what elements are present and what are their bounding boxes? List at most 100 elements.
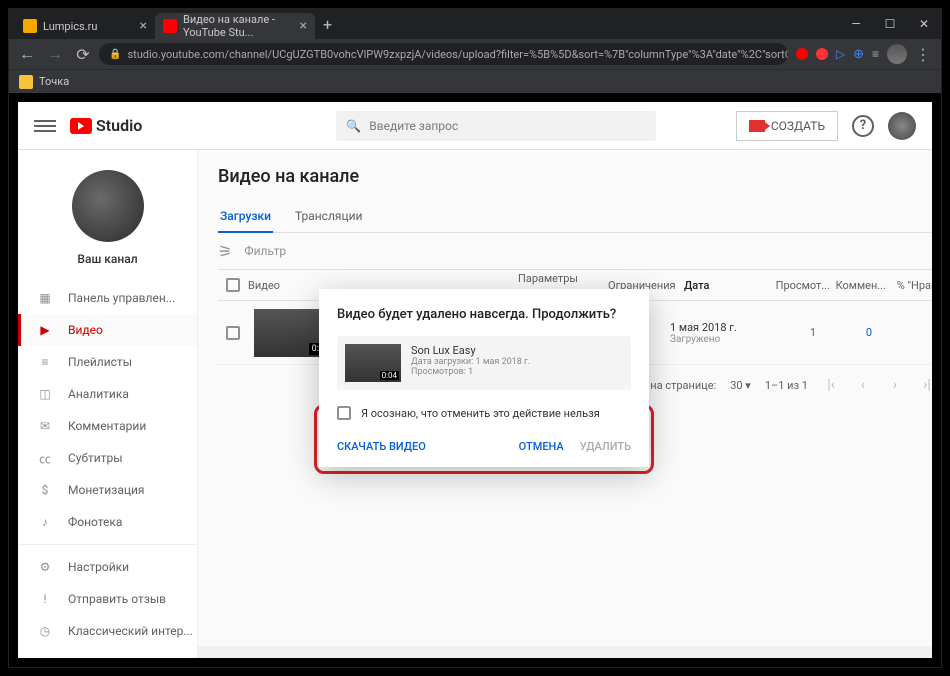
monetization-icon: $ <box>36 481 54 499</box>
new-tab-button[interactable]: + <box>315 15 340 34</box>
extension-icon[interactable] <box>816 48 828 60</box>
reload-icon[interactable]: ⟳ <box>71 42 95 66</box>
minimize-icon[interactable]: — <box>839 9 873 39</box>
avatar[interactable] <box>888 112 916 140</box>
sidebar-item-classic[interactable]: ◷Классический интер... <box>18 615 197 647</box>
sidebar-item-analytics[interactable]: ◫ Аналитика <box>18 378 197 410</box>
sidebar-label: Фонотека <box>68 515 122 529</box>
browser-addressbar: ← → ⟳ 🔒 studio.youtube.com/channel/UCgUZ… <box>9 39 941 69</box>
row-checkbox[interactable] <box>226 326 240 340</box>
create-label: СОЗДАТЬ <box>771 119 825 133</box>
profile-avatar-icon[interactable] <box>887 44 907 64</box>
maximize-icon[interactable]: ☐ <box>873 9 907 39</box>
extension-icon[interactable]: ▷ <box>836 47 845 61</box>
bookmark-item[interactable]: Точка <box>39 75 69 88</box>
column-comments[interactable]: Коммен... <box>830 279 886 292</box>
sidebar-item-videos[interactable]: ▶ Видео <box>18 314 197 346</box>
browser-tab[interactable]: Видео на канале - YouTube Stu... × <box>155 13 315 39</box>
camera-icon <box>749 120 765 132</box>
column-likes[interactable]: % "Нрав... <box>886 279 932 292</box>
feedback-icon: ! <box>36 590 54 608</box>
select-all-checkbox[interactable] <box>226 278 240 292</box>
video-icon: ▶ <box>36 321 54 339</box>
modal-upload-date: Дата загрузки: 1 мая 2018 г. <box>411 357 530 367</box>
sidebar-item-monetization[interactable]: $Монетизация <box>18 474 197 506</box>
first-page-icon[interactable]: |‹ <box>822 377 840 393</box>
sidebar-label: Плейлисты <box>68 355 132 369</box>
search-input[interactable]: 🔍 Введите запрос <box>336 111 656 141</box>
rows-per-page-select[interactable]: 30 ▾ <box>730 379 751 392</box>
sidebar-item-comments[interactable]: ✉ Комментарии <box>18 410 197 442</box>
lock-icon: 🔒 <box>109 49 121 60</box>
back-icon[interactable]: ← <box>15 42 39 66</box>
row-views: 1 <box>760 326 816 339</box>
tab-title: Видео на канале - YouTube Stu... <box>183 13 294 39</box>
search-icon: 🔍 <box>346 119 361 133</box>
consent-checkbox[interactable] <box>337 406 351 420</box>
modal-thumbnail <box>345 344 401 382</box>
column-views[interactable]: Просмот... <box>774 279 830 292</box>
forward-icon[interactable]: → <box>43 42 67 66</box>
browser-tab[interactable]: Lumpics.ru × <box>15 13 155 39</box>
column-date[interactable]: Дата <box>684 279 774 292</box>
create-button[interactable]: СОЗДАТЬ <box>736 111 838 141</box>
sidebar-label: Панель управлен... <box>68 291 175 305</box>
logo-text: Studio <box>96 116 142 135</box>
row-comments[interactable]: 0 <box>816 326 872 339</box>
extension-icon[interactable]: ⊕ <box>853 47 864 62</box>
last-page-icon[interactable]: ›| <box>918 377 932 393</box>
sidebar-item-dashboard[interactable]: ▦Панель управлен... <box>18 282 197 314</box>
youtube-play-icon <box>70 118 92 134</box>
url-input[interactable]: 🔒 studio.youtube.com/channel/UCgUZGTB0vo… <box>99 43 788 65</box>
menu-icon[interactable] <box>34 120 56 132</box>
row-date: 1 мая 2018 г. <box>670 321 760 334</box>
sidebar-item-subtitles[interactable]: ㏄ Субтитры <box>18 442 197 474</box>
menu-icon[interactable]: ⋮ <box>915 45 931 64</box>
close-icon[interactable]: × <box>300 18 307 34</box>
delete-confirmation-modal: Видео будет удалено навсегда. Продолжить… <box>319 289 649 467</box>
extension-icon[interactable]: ≡ <box>872 47 879 61</box>
audio-icon: ♪ <box>36 513 54 531</box>
modal-title: Видео будет удалено навсегда. Продолжить… <box>337 307 631 322</box>
close-icon[interactable]: × <box>140 18 147 34</box>
channel-avatar[interactable] <box>72 170 144 242</box>
close-window-icon[interactable]: ✕ <box>907 9 941 39</box>
modal-views: Просмотров: 1 <box>411 367 530 377</box>
modal-video-title: Son Lux Easy <box>411 344 530 357</box>
sidebar-label: Отправить отзыв <box>68 592 166 606</box>
extension-icon[interactable] <box>796 48 808 60</box>
tab-title: Lumpics.ru <box>43 20 97 33</box>
filter-label: Фильтр <box>244 244 286 258</box>
subtitles-icon: ㏄ <box>36 449 54 467</box>
sidebar-label: Аналитика <box>68 387 129 401</box>
sidebar-label: Классический интер... <box>68 624 193 638</box>
download-video-button[interactable]: СКАЧАТЬ ВИДЕО <box>337 440 426 453</box>
sidebar-item-audio[interactable]: ♪ Фонотека <box>18 506 197 538</box>
help-icon[interactable]: ? <box>852 115 874 137</box>
playlist-icon: ≡ <box>36 353 54 371</box>
filter-bar[interactable]: ⚞ Фильтр <box>218 233 932 269</box>
bookmark-favicon-icon <box>19 75 33 89</box>
consent-row[interactable]: Я осознаю, что отменить это действие нел… <box>337 404 631 422</box>
favicon-icon <box>23 19 37 33</box>
analytics-icon: ◫ <box>36 385 54 403</box>
divider <box>18 544 197 545</box>
comments-icon: ✉ <box>36 417 54 435</box>
tab-uploads[interactable]: Загрузки <box>218 201 273 233</box>
sidebar-item-settings[interactable]: ⚙Настройки <box>18 551 197 583</box>
content-tabs: Загрузки Трансляции <box>218 201 932 233</box>
next-page-icon[interactable]: › <box>886 377 904 393</box>
filter-icon: ⚞ <box>218 242 232 261</box>
sidebar-label: Субтитры <box>68 451 123 465</box>
cancel-button[interactable]: ОТМЕНА <box>519 440 564 453</box>
prev-page-icon[interactable]: ‹ <box>854 377 872 393</box>
sidebar-label: Видео <box>68 323 103 337</box>
sidebar-label: Комментарии <box>68 419 146 433</box>
consent-label: Я осознаю, что отменить это действие нел… <box>361 407 600 420</box>
tab-live[interactable]: Трансляции <box>293 201 364 232</box>
sidebar-item-playlists[interactable]: ≡ Плейлисты <box>18 346 197 378</box>
delete-button[interactable]: УДАЛИТЬ <box>580 440 631 453</box>
sidebar: Ваш канал ▦Панель управлен... ▶Видео ≡Пл… <box>18 150 198 658</box>
studio-logo[interactable]: Studio <box>70 116 142 135</box>
sidebar-item-feedback[interactable]: ! Отправить отзыв <box>18 583 197 615</box>
